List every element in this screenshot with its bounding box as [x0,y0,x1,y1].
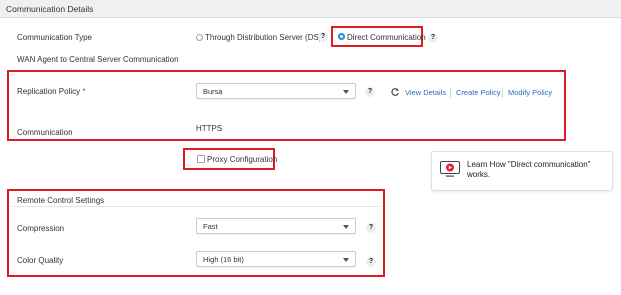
chevron-down-icon [343,90,349,94]
proxy-configuration-checkbox[interactable] [197,155,205,163]
chevron-down-icon [343,225,349,229]
radio-direct-communication[interactable] [338,33,345,40]
radio-direct-communication-label[interactable]: Direct Communication [347,33,426,42]
link-separator [502,87,503,98]
compression-value: Fast [203,222,218,231]
replication-policy-label: Replication Policy * [17,87,86,96]
replication-policy-label-text: Replication Policy [17,87,81,96]
proxy-configuration-label[interactable]: Proxy Configuration [207,155,277,164]
communication-label: Communication [17,128,73,137]
link-separator [450,87,451,98]
compression-label: Compression [17,224,65,233]
help-icon[interactable]: ? [318,32,328,42]
communication-value: HTTPS [196,124,223,133]
replication-policy-select[interactable]: Bursa [196,83,356,99]
section-divider [12,206,380,207]
video-icon [440,161,460,177]
view-details-link[interactable]: View Details [405,88,446,97]
radio-through-ds-label[interactable]: Through Distribution Server (DS) [205,33,321,42]
refresh-icon[interactable] [390,87,400,97]
highlight-replication-block [7,70,566,141]
color-quality-value: High (16 bit) [203,255,244,264]
section-title: Communication Details [6,4,94,14]
radio-through-ds[interactable] [196,34,203,41]
chevron-down-icon [343,258,349,262]
help-icon[interactable]: ? [365,87,375,97]
modify-policy-link[interactable]: Modify Policy [508,88,552,97]
color-quality-select[interactable]: High (16 bit) [196,251,356,267]
help-icon[interactable]: ? [366,257,376,267]
help-icon[interactable]: ? [366,223,376,233]
learn-how-text-line1[interactable]: Learn How "Direct communication" [467,160,591,170]
create-policy-link[interactable]: Create Policy [456,88,501,97]
remote-control-title: Remote Control Settings [17,196,105,205]
learn-how-text-line2[interactable]: works. [467,170,490,180]
color-quality-label: Color Quality [17,256,64,265]
required-marker: * [82,87,86,96]
wan-section-title: WAN Agent to Central Server Communicatio… [17,55,179,64]
help-icon[interactable]: ? [428,33,438,43]
replication-policy-value: Bursa [203,87,223,96]
compression-select[interactable]: Fast [196,218,356,234]
communication-type-label: Communication Type [17,33,92,42]
